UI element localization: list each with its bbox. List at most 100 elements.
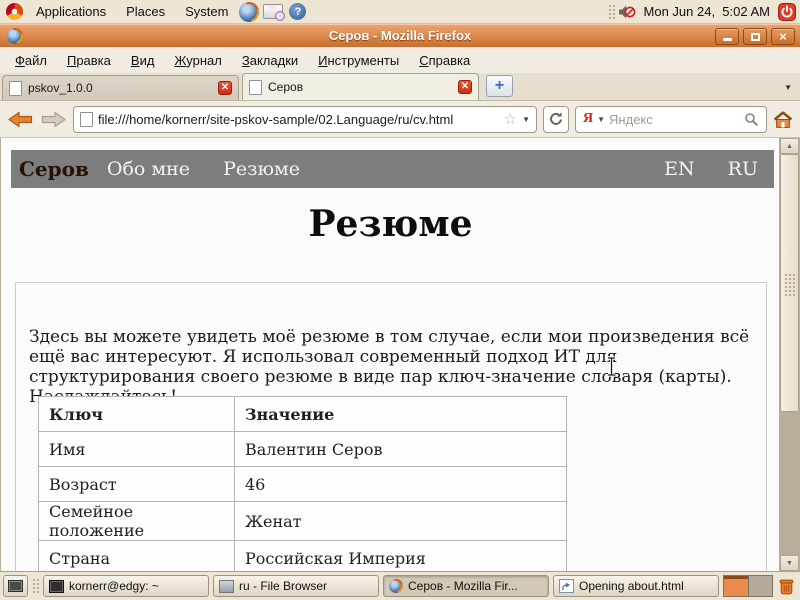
menubar-item-file[interactable]: Файл — [5, 49, 57, 72]
tab-close-icon[interactable]: ✕ — [218, 81, 232, 95]
taskbar-grip[interactable] — [32, 578, 39, 594]
browser-menubar: Файл Правка Вид Журнал Закладки Инструме… — [0, 47, 800, 73]
web-page: Серов Обо мне Резюме EN RU Резюме Здесь … — [1, 138, 780, 571]
lang-ru-link[interactable]: RU — [728, 158, 758, 180]
tab-label: Серов — [268, 80, 452, 94]
tab-list-dropdown-icon[interactable]: ▼ — [784, 83, 792, 92]
site-nav-about-link[interactable]: Обо мне — [107, 158, 190, 180]
table-header-row: Ключ Значение — [39, 397, 567, 432]
url-dropdown-icon[interactable]: ▼ — [522, 115, 530, 124]
home-icon — [773, 111, 793, 128]
bookmark-star-icon[interactable]: ☆ — [504, 112, 517, 127]
firefox-icon — [389, 579, 403, 593]
url-input[interactable] — [98, 112, 499, 127]
table-row: Семейное положение Женат — [39, 502, 567, 541]
bottom-taskbar: kornerr@edgy: ~ ru - File Browser Серов … — [0, 571, 800, 600]
task-button-file-browser[interactable]: ru - File Browser — [213, 575, 379, 597]
menubar-item-bookmarks[interactable]: Закладки — [232, 49, 308, 72]
table-cell-key: Имя — [39, 432, 235, 467]
trash-icon — [777, 577, 796, 596]
cv-table: Ключ Значение Имя Валентин Серов Возраст… — [38, 396, 567, 571]
workspace-1[interactable] — [724, 576, 749, 596]
table-cell-value: Валентин Серов — [235, 432, 567, 467]
tab-serov[interactable]: Серов ✕ — [242, 73, 479, 100]
help-launcher-icon[interactable]: ? — [289, 3, 306, 20]
table-cell-value: Российская Империя — [235, 541, 567, 572]
menu-system[interactable]: System — [176, 2, 237, 21]
search-engine-dropdown-icon[interactable]: ▼ — [597, 115, 605, 124]
firefox-launcher-icon[interactable] — [239, 2, 259, 22]
back-arrow-icon — [7, 110, 34, 129]
ubuntu-logo-icon[interactable] — [6, 3, 23, 20]
intro-paragraph: Здесь вы можете увидеть моё резюме в том… — [29, 327, 751, 407]
navigation-toolbar: ☆ ▼ Я ▼ — [0, 101, 800, 138]
menubar-item-history[interactable]: Журнал — [164, 49, 231, 72]
scroll-up-button[interactable]: ▲ — [780, 138, 799, 154]
scrollbar-track[interactable] — [780, 412, 799, 555]
page-title: Резюме — [1, 204, 780, 244]
file-browser-icon — [219, 580, 234, 593]
site-brand[interactable]: Серов — [19, 157, 89, 181]
tab-bar: pskov_1.0.0 ✕ Серов ✕ + ▼ — [0, 73, 800, 101]
site-nav-resume-link[interactable]: Резюме — [223, 158, 300, 180]
menubar-item-help[interactable]: Справка — [409, 49, 480, 72]
window-titlebar[interactable]: Серов - Mozilla Firefox × — [0, 24, 800, 47]
yandex-logo-icon[interactable]: Я — [583, 112, 593, 126]
power-button-icon[interactable] — [778, 3, 796, 21]
new-tab-button[interactable]: + — [486, 75, 513, 97]
minimize-button[interactable] — [715, 28, 739, 45]
mail-launcher-icon[interactable] — [263, 4, 283, 19]
clock[interactable]: Mon Jun 24, 5:02 AM — [638, 4, 776, 19]
search-magnifier-icon[interactable] — [744, 112, 759, 127]
table-row: Страна Российская Империя — [39, 541, 567, 572]
menu-places[interactable]: Places — [117, 2, 174, 21]
show-desktop-button[interactable] — [3, 575, 28, 597]
volume-muted-icon[interactable] — [617, 4, 636, 20]
minimize-icon — [723, 38, 732, 41]
scrollbar-thumb[interactable] — [780, 154, 799, 412]
table-header-value: Значение — [235, 397, 567, 432]
home-button[interactable] — [773, 111, 793, 128]
workspace-switcher — [723, 575, 773, 597]
reload-button[interactable] — [543, 106, 569, 133]
task-button-firefox[interactable]: Серов - Mozilla Fir... — [383, 575, 549, 597]
vertical-scrollbar[interactable]: ▲ ▼ — [779, 138, 799, 571]
lang-en-link[interactable]: EN — [664, 158, 695, 180]
table-row: Имя Валентин Серов — [39, 432, 567, 467]
close-button[interactable]: × — [771, 28, 795, 45]
page-icon — [9, 81, 22, 96]
forward-button[interactable] — [40, 110, 67, 129]
page-icon — [249, 80, 262, 95]
task-label: Серов - Mozilla Fir... — [408, 579, 518, 593]
back-button[interactable] — [7, 110, 34, 129]
page-icon — [80, 112, 93, 127]
task-button-terminal[interactable]: kornerr@edgy: ~ — [43, 575, 209, 597]
menu-applications[interactable]: Applications — [27, 2, 115, 21]
menubar-item-view[interactable]: Вид — [121, 49, 165, 72]
task-button-opening-dialog[interactable]: Opening about.html — [553, 575, 719, 597]
maximize-button[interactable] — [743, 28, 767, 45]
search-bar[interactable]: Я ▼ — [575, 106, 767, 133]
panel-grip[interactable] — [608, 4, 615, 20]
url-bar[interactable]: ☆ ▼ — [73, 106, 537, 133]
workspace-2[interactable] — [749, 576, 773, 596]
text-cursor — [606, 356, 617, 377]
task-label: kornerr@edgy: ~ — [69, 579, 159, 593]
browser-viewport: Серов Обо мне Резюме EN RU Резюме Здесь … — [0, 138, 800, 571]
close-icon: × — [779, 30, 787, 43]
menubar-item-edit[interactable]: Правка — [57, 49, 121, 72]
menubar-item-tools[interactable]: Инструменты — [308, 49, 409, 72]
top-panel: Applications Places System ? Mon Jun 24,… — [0, 0, 800, 24]
table-cell-key: Страна — [39, 541, 235, 572]
search-input[interactable] — [609, 112, 740, 127]
table-cell-key: Возраст — [39, 467, 235, 502]
table-header-key: Ключ — [39, 397, 235, 432]
site-nav-bar: Серов Обо мне Резюме EN RU — [11, 150, 774, 188]
scroll-down-button[interactable]: ▼ — [780, 555, 799, 571]
trash-button[interactable] — [777, 577, 796, 596]
table-cell-value: 46 — [235, 467, 567, 502]
tab-close-icon[interactable]: ✕ — [458, 80, 472, 94]
task-label: ru - File Browser — [239, 579, 327, 593]
tab-pskov[interactable]: pskov_1.0.0 ✕ — [2, 75, 239, 100]
table-cell-value: Женат — [235, 502, 567, 541]
